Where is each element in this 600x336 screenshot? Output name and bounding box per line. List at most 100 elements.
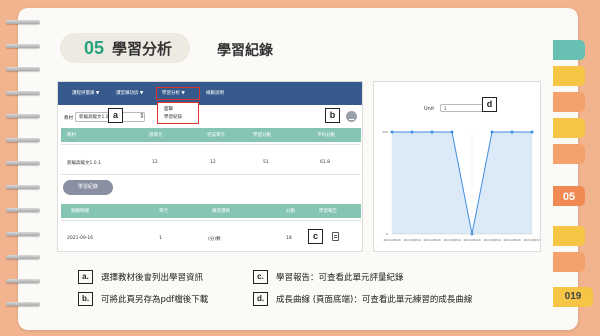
side-tab-yellow-3[interactable]: [553, 226, 585, 246]
binder-ring: [6, 208, 40, 212]
header-cell: 練習課目: [212, 209, 230, 214]
analysis-dropdown: 面擊 學習紀錄: [157, 102, 199, 124]
table-cell: 1: [159, 236, 162, 241]
table-cell: 新編高級文1.0.1: [67, 161, 101, 166]
legend-text: 成長曲線 (頁面底端)：可查看此單元練習的成長曲線: [276, 295, 473, 305]
marker-b: b: [325, 108, 340, 123]
x-tick-label: 2021/08/16: [463, 238, 480, 242]
marker-a: a: [108, 108, 123, 123]
learning-record-screenshot: 課程評量庫 ▼ 課堂練功房 ▼ 學習分析 ▼ 線數說明 面擊 學習紀錄 教材 新…: [57, 81, 363, 252]
data-point: [490, 130, 494, 134]
nav-bar: 課程評量庫 ▼ 課堂練功房 ▼ 學習分析 ▼ 線數說明: [58, 82, 362, 105]
nav-item-help[interactable]: 線數說明: [206, 90, 224, 96]
side-tab-orange[interactable]: [553, 92, 585, 112]
unit-label: Unit: [424, 106, 435, 112]
table-cell: 51: [263, 160, 269, 165]
binder-ring: [6, 231, 40, 236]
x-tick-label: 2021/08/16: [423, 238, 440, 242]
legend-key: c.: [253, 270, 268, 284]
section-title: 學習分析: [112, 39, 173, 58]
header-cell: 平均分數: [317, 133, 335, 138]
header-cell: 完成單元: [207, 133, 225, 138]
side-tab-orange-2[interactable]: [553, 144, 585, 164]
side-tab-number: 05: [562, 191, 576, 203]
binder-ring: [6, 114, 40, 118]
record-table-header: 測驗時間 單元 練習課目 分數 學習報告: [61, 204, 361, 218]
data-point: [430, 130, 434, 134]
binder-ring: [6, 20, 40, 24]
y-tick-label: 100: [382, 130, 388, 134]
x-tick-label: 2021/08/16: [503, 238, 520, 242]
header-cell: 教材: [67, 133, 76, 138]
dropdown-item-1[interactable]: 面擊: [158, 103, 198, 112]
legend-text: 選擇教材後會列出學習資訊: [101, 273, 204, 283]
marker-c: c: [308, 229, 323, 244]
data-point: [530, 130, 534, 134]
binder-ring: [6, 255, 40, 259]
material-select-label: 教材: [64, 116, 73, 121]
summary-table-header: 教材 週單元 完成單元 學習分數 平均分數: [61, 128, 361, 142]
table-cell: 12: [152, 160, 158, 165]
legend-key: b.: [78, 292, 93, 306]
data-point: [450, 130, 454, 134]
dropdown-item-learning-record[interactable]: 學習紀錄: [158, 112, 198, 120]
table-cell: 2021-09-16: [67, 236, 94, 241]
nav-item-assessment[interactable]: 課程評量庫 ▼: [72, 90, 99, 96]
section-title-pill: 05 學習分析: [60, 33, 190, 63]
marker-d: d: [482, 97, 497, 112]
header-cell: 分數: [286, 209, 295, 214]
legend-text: 學習報告：可查看此單元評量紀錄: [276, 273, 404, 283]
growth-curve-chart: 2021/08/16 2021/08/16 2021/08/16 2021/08/16…: [382, 130, 540, 242]
side-tab-current[interactable]: 05: [553, 186, 585, 206]
legend-text: 可將此頁另存為pdf檔後下載: [101, 295, 209, 305]
table-cell: 12: [210, 160, 216, 165]
binder-ring: [6, 43, 40, 48]
x-tick-label: 2021/08/16: [443, 238, 460, 242]
binder-ring: [6, 278, 40, 283]
page-number: 019: [553, 287, 593, 307]
binder-ring: [6, 302, 40, 306]
data-point: [510, 130, 514, 134]
legend-item-b: b. 可將此頁另存為pdf檔後下載: [78, 292, 208, 306]
page-subtitle: 學習紀錄: [217, 43, 273, 59]
side-tab-yellow-2[interactable]: [553, 118, 585, 138]
header-cell: 週單元: [149, 133, 163, 138]
side-tab-orange-3[interactable]: [553, 252, 585, 272]
binder-ring: [6, 67, 40, 71]
legend-item-a: a. 選擇教材後會列出學習資訊: [78, 270, 203, 284]
section-number: 05: [84, 37, 105, 58]
growth-curve-screenshot: Unit 1 2021/08/16 2021/08/16 2021/08/16 202…: [373, 81, 541, 252]
y-tick-label: 0: [386, 232, 388, 236]
binder-ring: [6, 184, 40, 189]
legend-item-d: d. 成長曲線 (頁面底端)：可查看此單元練習的成長曲線: [253, 292, 472, 306]
header-cell: 測驗時間: [71, 209, 89, 214]
row-divider: [61, 220, 361, 221]
nav-item-practice[interactable]: 課堂練功房 ▼: [116, 90, 143, 96]
x-tick-label: 2021/08/16: [383, 238, 400, 242]
table-cell: 18: [286, 236, 292, 241]
data-point: [390, 130, 394, 134]
side-tab-teal[interactable]: [553, 40, 585, 60]
header-cell: 單元: [159, 209, 168, 214]
data-point: [410, 130, 414, 134]
side-tab-yellow[interactable]: [553, 66, 585, 86]
report-icon[interactable]: [332, 232, 339, 241]
binder-ring: [6, 137, 40, 142]
unit-select[interactable]: 1: [440, 104, 484, 112]
binder-rings: [0, 0, 40, 336]
row-divider: [61, 144, 361, 145]
x-tick-label: 2021/08/16: [483, 238, 500, 242]
download-icon[interactable]: [346, 111, 357, 122]
binder-ring: [6, 161, 40, 165]
table-cell: 61.8: [320, 160, 331, 165]
x-tick-label: 2021/08/16: [403, 238, 420, 242]
header-cell: 學習報告: [319, 209, 337, 214]
x-tick-label: 2021/08/16: [523, 238, 540, 242]
row-divider: [61, 174, 361, 175]
learning-record-button[interactable]: 學習紀錄: [63, 180, 113, 195]
select-arrow-icon: ⇕: [139, 112, 145, 120]
legend-key: d.: [253, 292, 268, 306]
legend-key: a.: [78, 270, 93, 284]
header-cell: 學習分數: [253, 133, 271, 138]
table-cell: (分)類: [208, 237, 221, 242]
